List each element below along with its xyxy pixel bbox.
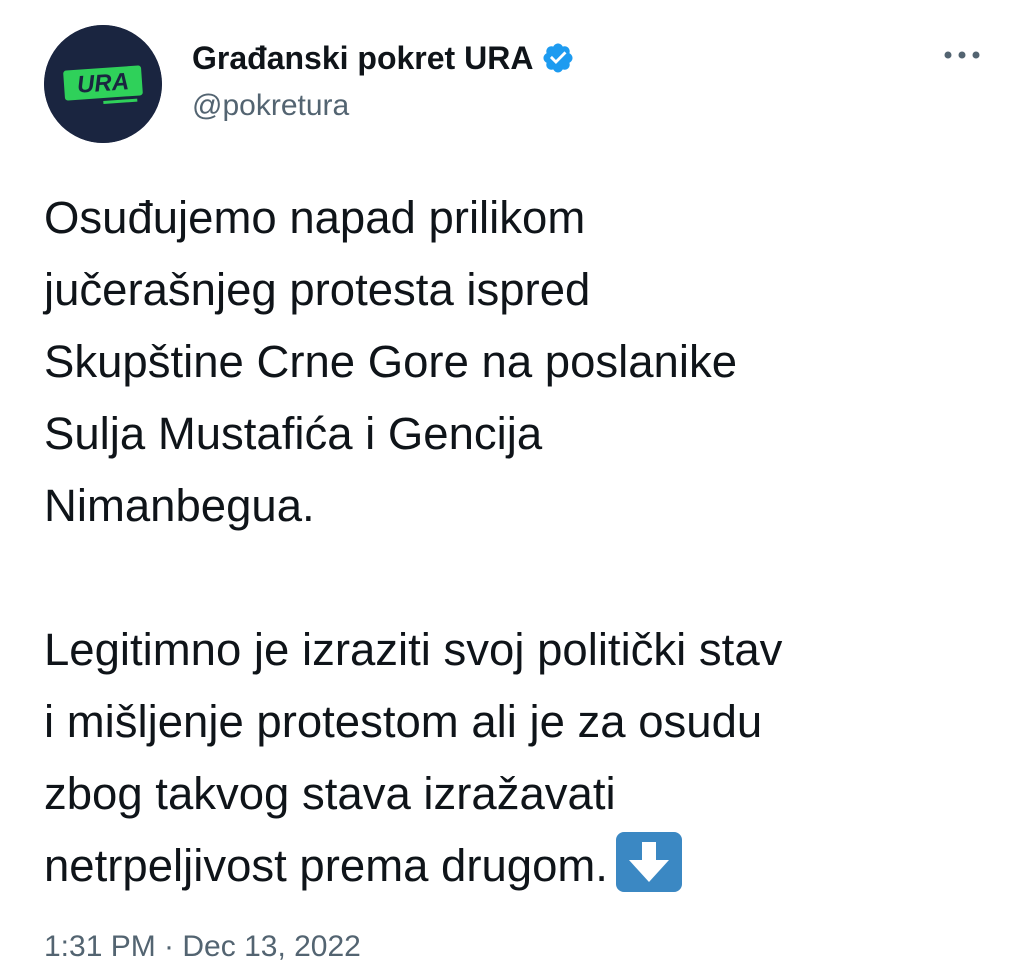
tweet-paragraph-2: Legitimno je izraziti svoj politički sta… xyxy=(44,614,994,902)
tweet-paragraph-1: Osuđujemo napad prilikom jučerašnjeg pro… xyxy=(44,192,738,531)
avatar-logo-text: URA xyxy=(76,68,130,99)
tweet: URA Građanski pokret URA @pokretura Osuđ… xyxy=(0,0,1024,979)
author-display-name[interactable]: Građanski pokret URA xyxy=(192,38,575,78)
tweet-text: Osuđujemo napad prilikom jučerašnjeg pro… xyxy=(44,182,994,902)
author-handle[interactable]: @pokretura xyxy=(192,88,349,124)
down-arrow-emoji-icon xyxy=(614,831,684,893)
more-options-icon[interactable] xyxy=(938,40,986,70)
ura-logo-icon: URA xyxy=(44,25,162,143)
author-name-text: Građanski pokret URA xyxy=(192,40,534,76)
avatar[interactable]: URA xyxy=(44,25,162,143)
verified-badge-icon xyxy=(541,41,575,75)
tweet-timestamp[interactable]: 1:31 PM · Dec 13, 2022 xyxy=(44,927,361,967)
